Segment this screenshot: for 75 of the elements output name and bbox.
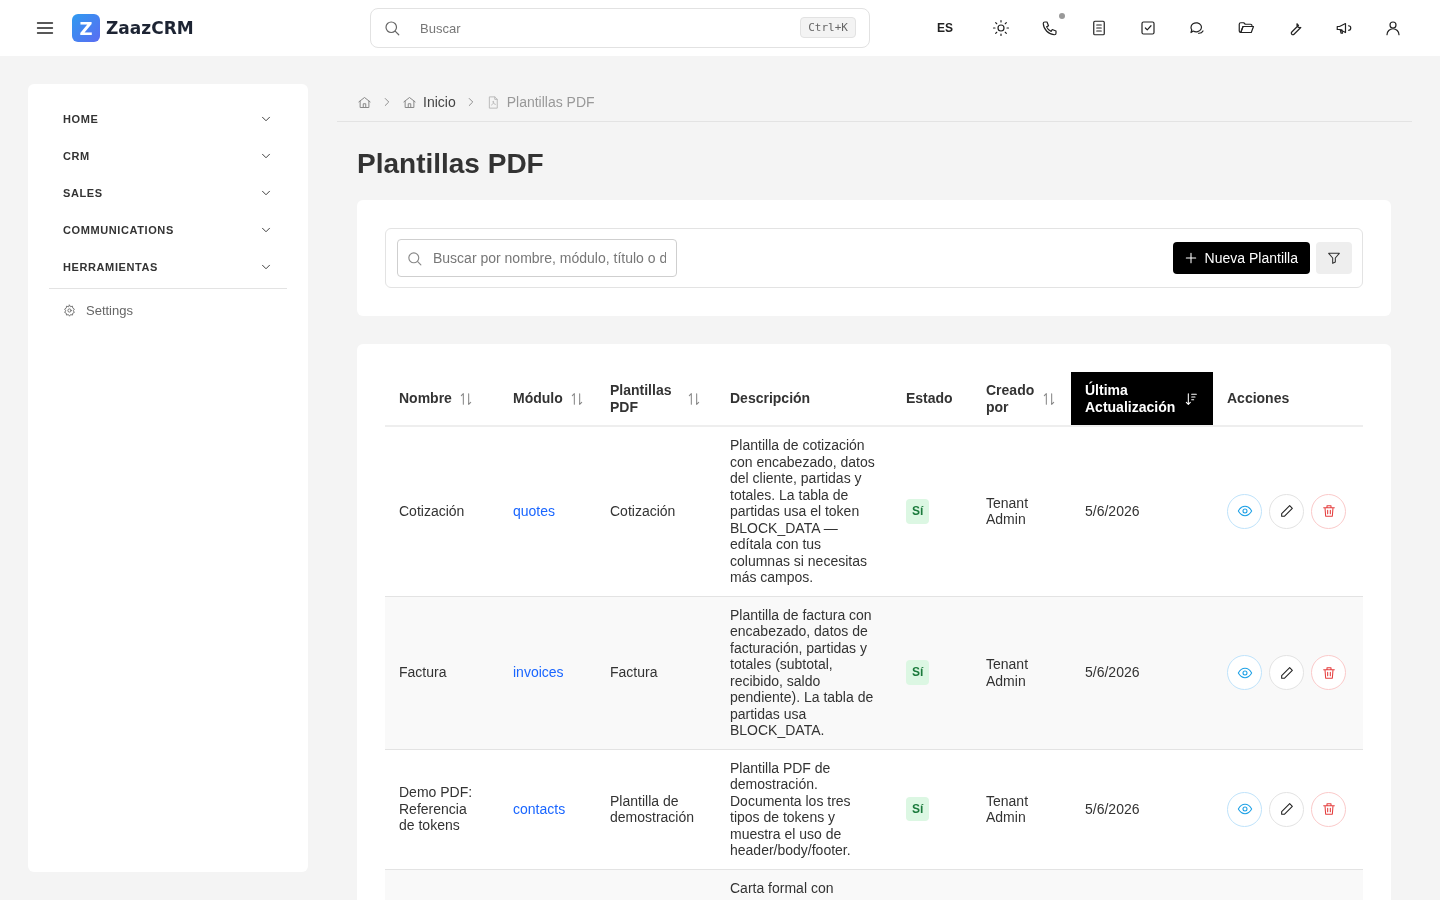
home-icon	[357, 94, 372, 110]
column-header[interactable]: Plantillas PDF	[596, 372, 716, 426]
sun-button[interactable]	[990, 17, 1012, 39]
view-button[interactable]	[1227, 493, 1262, 529]
trash-icon	[1320, 664, 1337, 681]
delete-button[interactable]	[1311, 791, 1346, 827]
new-template-button[interactable]: Nueva Plantilla	[1172, 242, 1310, 274]
chat-icon	[1188, 19, 1206, 37]
column-header: Descripción	[716, 372, 892, 426]
page-title: Plantillas PDF	[357, 148, 545, 180]
table-cell: 5/6/2026	[1085, 800, 1140, 817]
sidebar-section[interactable]: COMMUNICATIONS	[49, 211, 287, 248]
description-text: Carta formal con	[730, 879, 834, 896]
description-text: Plantilla PDF de demostración. Documenta los tres tipos de tokens y muestra el uso de header/body/footer.	[730, 759, 851, 858]
pencil-icon	[1278, 503, 1295, 520]
eye-icon	[1236, 801, 1253, 817]
edit-button[interactable]	[1269, 493, 1304, 529]
table-cell: Tenant Admin	[986, 494, 1029, 528]
table-cell: Tenant Admin	[986, 656, 1029, 689]
shortcut-hint: Ctrl+K	[800, 17, 856, 38]
module-link[interactable]: contacts	[513, 800, 566, 817]
status-badge: Sí	[906, 796, 930, 822]
edit-button[interactable]	[1269, 791, 1304, 827]
document-icon	[1090, 19, 1108, 37]
table-cell: 5/6/2026	[1085, 664, 1140, 681]
sidebar-item[interactable]: Settings	[49, 295, 287, 326]
sidebar-section[interactable]: HERRAMIENTAS	[49, 248, 287, 285]
trash-icon	[1320, 801, 1337, 817]
column-header: Acciones	[1213, 372, 1363, 426]
sort-icon	[686, 390, 702, 407]
delete-button[interactable]	[1311, 493, 1346, 529]
sidebar-section[interactable]: HOME	[49, 100, 287, 137]
pencil-icon	[1278, 664, 1295, 681]
table-cell: Factura	[610, 664, 658, 681]
gear-icon	[63, 304, 76, 317]
search-icon	[383, 19, 401, 37]
description-text: Plantilla de factura con encabezado, datos de facturación, partidas y totales (subtotal, recibido, saldo pendiente). La tabla de partidas usa BLOCK_DATA.	[730, 606, 874, 738]
table-cell: 5/6/2026	[1085, 503, 1140, 519]
home-link[interactable]	[357, 94, 372, 110]
table-cell: Cotización	[610, 503, 676, 519]
phone-icon	[1041, 19, 1059, 37]
table-cell: Factura	[399, 664, 447, 681]
sun-icon	[992, 19, 1010, 37]
sort-icon	[1041, 390, 1057, 407]
edit-button[interactable]	[1269, 655, 1304, 690]
column-header[interactable]: Nombre	[385, 372, 499, 426]
language-button[interactable]: ES	[937, 21, 953, 35]
checkbox-icon	[1139, 19, 1157, 37]
module-link[interactable]: quotes	[513, 503, 556, 519]
table-cell: Cotización	[399, 503, 465, 519]
home-icon	[402, 94, 417, 110]
table-cell: Plantilla de demostración	[610, 792, 695, 825]
trash-icon	[1320, 503, 1337, 520]
sidebar-section[interactable]: SALES	[49, 174, 287, 211]
column-header: Estado	[892, 372, 972, 426]
user-icon	[1384, 19, 1402, 37]
column-header[interactable]: Módulo	[499, 372, 596, 426]
description-text: Plantilla de cotización con encabezado, datos del cliente, partidas y totales. La tabla de partidas usa el token BLOCK_DATA — edítala con tus columnas si necesitas más campos.	[730, 437, 875, 585]
logo-icon: Z	[72, 14, 100, 42]
search-field[interactable]: Buscar por nombre, módulo, título o d	[397, 239, 677, 277]
sidebar-section[interactable]: CRM	[49, 137, 287, 174]
delete-button[interactable]	[1311, 655, 1346, 690]
column-header[interactable]: Última Actualización	[1071, 372, 1213, 426]
pencil-icon	[1278, 801, 1295, 817]
filter-icon	[1326, 250, 1342, 266]
brand-name: ZaazCRM	[106, 18, 194, 38]
module-link[interactable]: invoices	[513, 664, 564, 681]
breadcrumb-link[interactable]: Inicio	[402, 94, 456, 110]
search-icon	[406, 250, 423, 267]
status-badge: Sí	[906, 660, 930, 685]
filter-button[interactable]	[1316, 242, 1352, 274]
status-badge: Sí	[906, 499, 930, 524]
sort-descending-icon	[1183, 390, 1199, 407]
table-cell: Tenant Admin	[986, 792, 1029, 825]
table-cell: Demo PDF: Referencia de tokens	[399, 784, 473, 834]
